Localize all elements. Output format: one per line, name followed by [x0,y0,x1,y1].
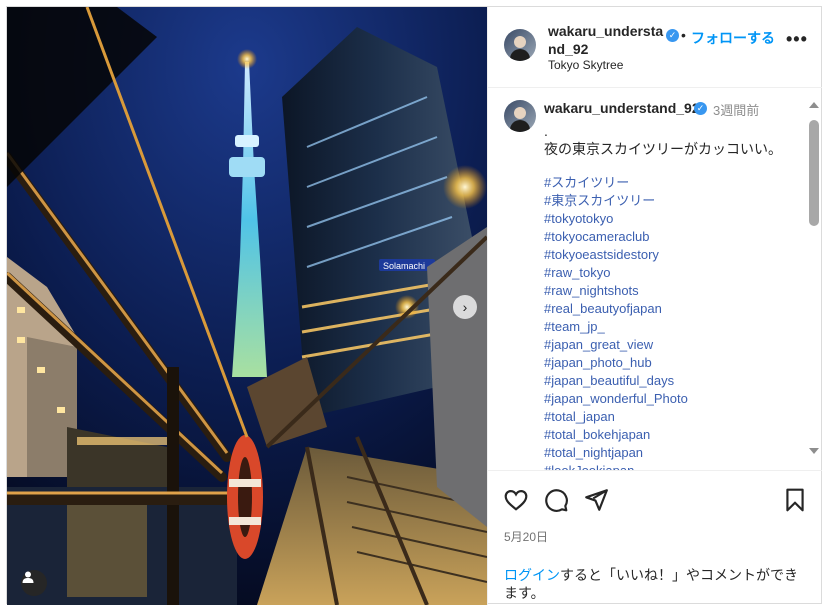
hashtag-link[interactable]: #real_beautyofjapan [544,300,688,318]
heart-icon[interactable] [503,487,529,513]
verified-badge-icon: ✓ [666,29,679,42]
caption-line: . [544,123,548,139]
chevron-right-icon: › [462,299,468,315]
hashtag-link[interactable]: #total_japan [544,408,688,426]
caption-line: 夜の東京スカイツリーがカッコいい。 [544,141,782,157]
more-icon[interactable]: ••• [786,29,808,50]
hashtag-link[interactable]: #japan_great_view [544,336,688,354]
caption-avatar[interactable] [504,100,536,132]
hashtag-link[interactable]: #total_nightjapan [544,444,688,462]
user-tag-button[interactable] [21,570,47,596]
post-photo[interactable]: Solamachi › [7,7,487,605]
hashtag-link[interactable]: #tokyoeastsidestory [544,246,688,264]
comment-icon[interactable] [543,487,569,513]
hashtag-list: #スカイツリー #東京スカイツリー #tokyotokyo #tokyocame… [544,174,688,470]
hashtag-link[interactable]: #japan_wonderful_Photo [544,390,688,408]
header-separator: • [681,27,686,43]
hashtag-link[interactable]: #raw_tokyo [544,264,688,282]
scroll-up-arrow-icon[interactable] [809,102,819,108]
caption-area: wakaru_understand_92 ✓ 3週間前 . 夜の東京スカイツリー… [488,88,808,470]
hashtag-link[interactable]: #東京スカイツリー [544,192,688,210]
building-sign: Solamachi [383,261,425,271]
post-sidebar: wakaru_understand_92 ✓ • フォローする Tokyo Sk… [487,7,822,605]
hashtag-link[interactable]: #total_bokehjapan [544,426,688,444]
post-header: wakaru_understand_92 ✓ • フォローする Tokyo Sk… [488,7,822,88]
scrollbar-thumb[interactable] [809,120,819,226]
login-link[interactable]: ログイン [504,567,560,583]
hashtag-link[interactable]: #lookJookjapan [544,462,688,470]
share-icon[interactable] [583,487,609,513]
login-prompt: ログインすると「いいね！」やコメントができます。 [504,566,804,602]
post-date: 5月20日 [504,530,549,544]
location-link[interactable]: Tokyo Skytree [548,58,623,72]
hashtag-link[interactable]: #japan_photo_hub [544,354,688,372]
hashtag-link[interactable]: #tokyotokyo [544,210,688,228]
next-photo-button[interactable]: › [453,295,477,319]
caption-username[interactable]: wakaru_understand_92 [544,100,700,116]
skytree-night-photo: Solamachi [7,7,487,605]
hashtag-link[interactable]: #スカイツリー [544,174,688,192]
header-username[interactable]: wakaru_understand_92 [548,22,670,58]
hashtag-link[interactable]: #team_jp_ [544,318,688,336]
scroll-down-arrow-icon[interactable] [809,448,819,454]
hashtag-link[interactable]: #japan_beautiful_days [544,372,688,390]
bookmark-icon[interactable] [782,487,808,513]
caption-text: . 夜の東京スカイツリーがカッコいい。 [544,122,782,158]
user-tag-icon [22,571,34,583]
follow-button[interactable]: フォローする [691,28,775,48]
hashtag-link[interactable]: #raw_nightshots [544,282,688,300]
verified-badge-icon: ✓ [694,102,707,115]
post-time: 3週間前 [713,103,760,118]
hashtag-link[interactable]: #tokyocameraclub [544,228,688,246]
action-bar: 5月20日 ログインすると「いいね！」やコメントができます。 [488,470,822,606]
caption-scrollbar[interactable] [806,88,822,470]
avatar[interactable] [504,29,536,61]
post-dialog: Solamachi › wakaru_understand_92 ✓ • フォロ… [6,6,822,605]
